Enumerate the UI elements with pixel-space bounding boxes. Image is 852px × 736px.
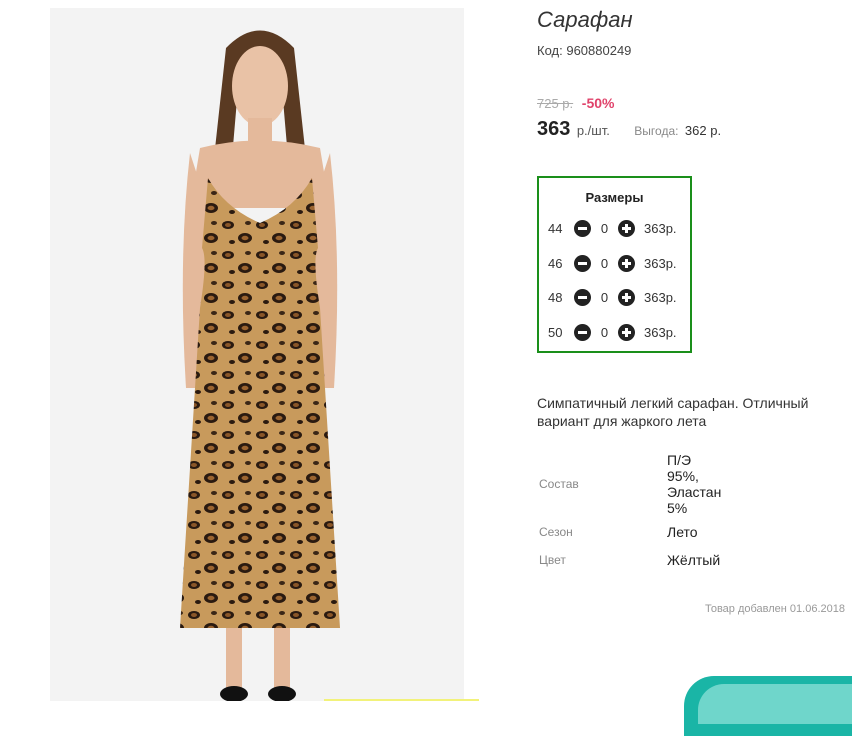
attr-label-season: Сезон — [539, 525, 573, 539]
composition-line: Эластан — [667, 484, 722, 500]
discount-badge: -50% — [581, 95, 615, 111]
size-number: 48 — [548, 289, 563, 305]
size-row: 44 0 363р. — [548, 218, 677, 238]
minus-circle-icon[interactable] — [574, 219, 591, 237]
size-row: 50 0 363р. — [548, 322, 677, 342]
price-row: 363 р./шт. Выгода: 362 р. — [537, 118, 721, 141]
size-number: 50 — [548, 324, 563, 340]
saving-value: 362 р. — [684, 123, 722, 138]
size-quantity: 0 — [600, 324, 609, 340]
size-quantity: 0 — [600, 255, 609, 271]
minus-circle-icon[interactable] — [574, 254, 591, 272]
size-number: 46 — [548, 255, 563, 271]
plus-circle-icon[interactable] — [618, 219, 635, 237]
product-description: Симпатичный легкий сарафан. Отличный вар… — [537, 395, 809, 429]
size-price: 363р. — [644, 220, 677, 236]
plus-circle-icon[interactable] — [618, 288, 635, 306]
size-quantity: 0 — [600, 220, 609, 236]
old-price-row: 725 р. -50% — [537, 95, 614, 111]
size-price: 363р. — [644, 324, 677, 340]
plus-circle-icon[interactable] — [618, 254, 635, 272]
sizes-title: Размеры — [585, 190, 644, 205]
size-row: 46 0 363р. — [548, 253, 677, 273]
plus-circle-icon[interactable] — [618, 323, 635, 341]
composition-line: 5% — [667, 500, 688, 516]
product-title: Сарафан — [537, 7, 633, 32]
size-number: 44 — [548, 220, 563, 236]
current-price: 363 — [537, 118, 571, 140]
old-price: 725 р. — [537, 96, 574, 111]
minus-circle-icon[interactable] — [574, 323, 591, 341]
price-unit: р./шт. — [576, 123, 610, 138]
size-row: 48 0 363р. — [548, 287, 677, 307]
attr-label-composition: Состав — [539, 477, 579, 491]
attr-value-color: Жёлтый — [667, 552, 721, 568]
product-sku: Код: 960880249 — [537, 43, 631, 58]
size-price: 363р. — [644, 289, 677, 305]
composition-line: 95%, — [667, 468, 699, 484]
composition-line: П/Э — [667, 452, 692, 468]
sku-value: 960880249 — [566, 43, 632, 58]
chat-widget-button[interactable] — [684, 676, 852, 736]
attr-value-season: Лето — [667, 524, 698, 540]
size-quantity: 0 — [600, 289, 609, 305]
saving-label: Выгода: — [634, 124, 679, 138]
attr-value-composition: П/Э 95%, Эластан 5% — [667, 452, 721, 516]
product-photo[interactable] — [50, 8, 464, 701]
sizes-selector: Размеры 44 0 363р. 46 0 363р. 48 0 363р.… — [537, 176, 692, 353]
attr-label-color: Цвет — [539, 553, 566, 567]
added-date: Товар добавлен 01.06.2018 — [704, 603, 845, 615]
minus-circle-icon[interactable] — [574, 288, 591, 306]
sku-label: Код: — [537, 43, 563, 58]
size-price: 363р. — [644, 255, 677, 271]
